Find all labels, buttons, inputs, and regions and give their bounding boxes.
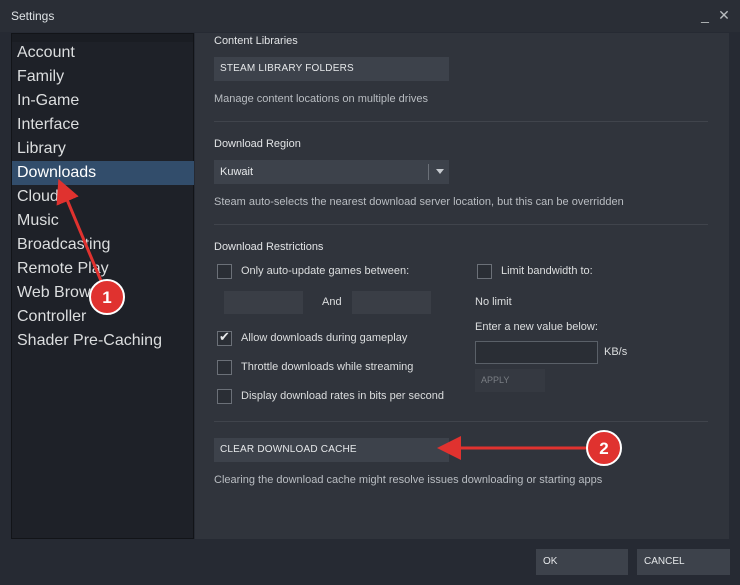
annotation-badge-2-number: 2: [599, 439, 608, 458]
annotation-overlay: 1 2: [56, 178, 622, 466]
annotation-badge-1-number: 1: [102, 288, 111, 307]
annotation-arrow-1: [56, 178, 106, 289]
